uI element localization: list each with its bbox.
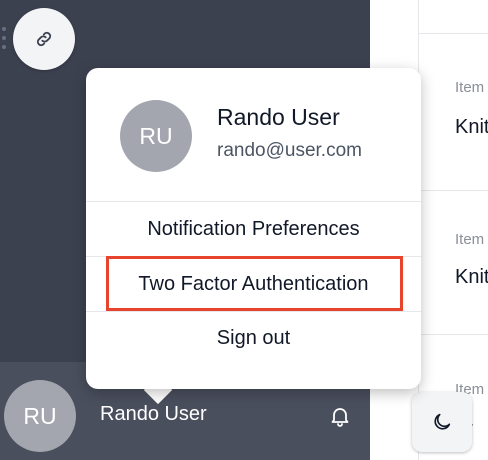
highlight-box — [106, 256, 403, 311]
bell-icon[interactable] — [328, 404, 352, 428]
footer-user-name[interactable]: Rando User — [100, 403, 207, 426]
item-label: Item — [455, 79, 485, 96]
avatar: RU — [120, 100, 192, 172]
menu-item-sign-out[interactable]: Sign out — [86, 313, 421, 363]
moon-icon — [434, 413, 451, 430]
link-icon — [36, 31, 52, 47]
row-divider — [418, 190, 488, 191]
drag-handle-icon[interactable] — [2, 27, 6, 49]
user-menu-popover: RU Rando User rando@user.com Notificatio… — [86, 68, 421, 389]
user-name: Rando User — [217, 104, 340, 130]
menu-divider — [86, 311, 421, 312]
item-value[interactable]: Knit — [455, 266, 488, 289]
link-button[interactable] — [13, 8, 75, 70]
avatar[interactable]: RU — [4, 380, 76, 452]
menu-divider — [86, 201, 421, 202]
item-value[interactable]: Knit — [455, 116, 488, 139]
row-divider — [418, 334, 488, 335]
menu-item-notification-preferences[interactable]: Notification Preferences — [86, 204, 421, 254]
item-label: Item — [455, 231, 485, 248]
user-email: rando@user.com — [217, 140, 362, 161]
theme-toggle-button[interactable] — [412, 392, 472, 452]
row-divider — [418, 33, 488, 34]
